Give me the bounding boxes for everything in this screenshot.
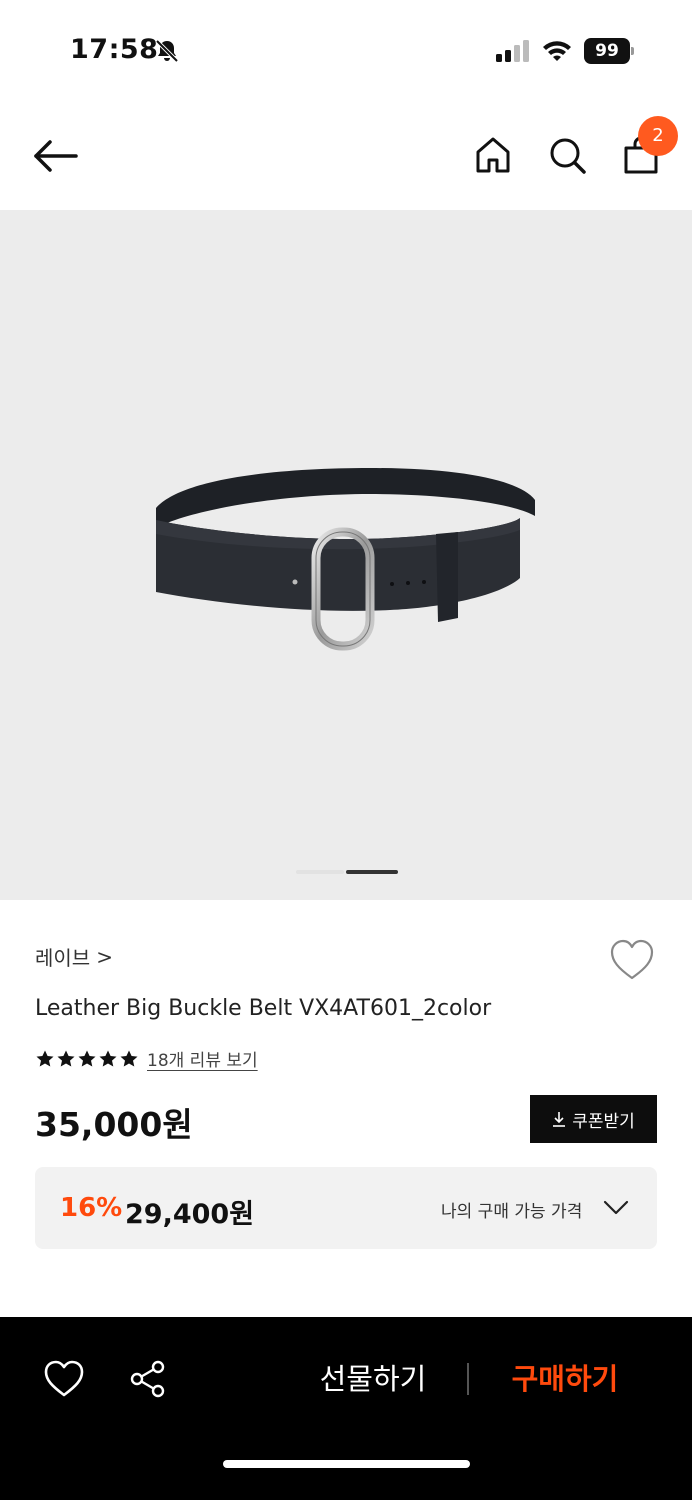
star-icon <box>99 1050 117 1066</box>
gallery-indicator-inactive <box>296 870 344 874</box>
my-price-panel[interactable]: 16% 29,400원 나의 구매 가능 가격 <box>35 1167 657 1249</box>
coupon-button[interactable]: 쿠폰받기 <box>530 1095 657 1143</box>
my-price-label: 나의 구매 가능 가격 <box>441 1202 583 1222</box>
bottom-action-bar: 선물하기 구매하기 <box>0 1317 692 1500</box>
top-nav: 2 <box>0 100 692 210</box>
back-arrow-icon[interactable] <box>30 138 80 174</box>
cart-count-badge: 2 <box>638 116 678 156</box>
heart-icon[interactable] <box>42 1359 86 1399</box>
search-icon[interactable] <box>546 134 588 176</box>
discount-price: 29,400원 <box>125 1199 255 1230</box>
battery-tip <box>631 47 634 55</box>
status-time: 17:58 <box>70 34 159 65</box>
rating-row: 18개 리뷰 보기 <box>35 1046 258 1071</box>
discount-rate: 16% <box>60 1193 123 1223</box>
wifi-icon <box>543 41 571 61</box>
home-indicator <box>223 1460 470 1468</box>
bell-slash-icon <box>155 39 179 63</box>
home-icon[interactable] <box>472 134 514 176</box>
divider <box>467 1363 469 1395</box>
product-image-gallery[interactable] <box>0 210 692 900</box>
product-title: Leather Big Buckle Belt VX4AT601_2color <box>35 996 492 1021</box>
gift-button[interactable]: 선물하기 <box>300 1357 446 1401</box>
buy-button[interactable]: 구매하기 <box>490 1357 640 1401</box>
product-price: 35,000원 <box>35 1105 193 1144</box>
battery-level: 99 <box>584 38 630 64</box>
battery-indicator: 99 <box>584 38 634 64</box>
brand-name: 레이브 <box>35 946 91 970</box>
gallery-indicator-active <box>346 870 398 874</box>
status-bar: 17:58 99 <box>0 0 692 100</box>
star-icon <box>120 1050 138 1066</box>
star-icon <box>36 1050 54 1066</box>
chevron-down-icon[interactable] <box>603 1199 629 1217</box>
coupon-label: 쿠폰받기 <box>572 1111 635 1132</box>
product-image <box>156 468 535 651</box>
heart-icon[interactable] <box>608 938 656 982</box>
signal-icon <box>496 40 529 62</box>
download-icon <box>553 1112 566 1127</box>
star-icon <box>78 1050 96 1066</box>
brand-chevron: > <box>96 944 113 969</box>
brand-link[interactable]: 레이브 > <box>35 942 113 971</box>
rating-stars <box>35 1049 139 1069</box>
star-icon <box>57 1050 75 1066</box>
share-icon[interactable] <box>128 1359 168 1399</box>
review-link[interactable]: 18개 리뷰 보기 <box>147 1046 258 1071</box>
